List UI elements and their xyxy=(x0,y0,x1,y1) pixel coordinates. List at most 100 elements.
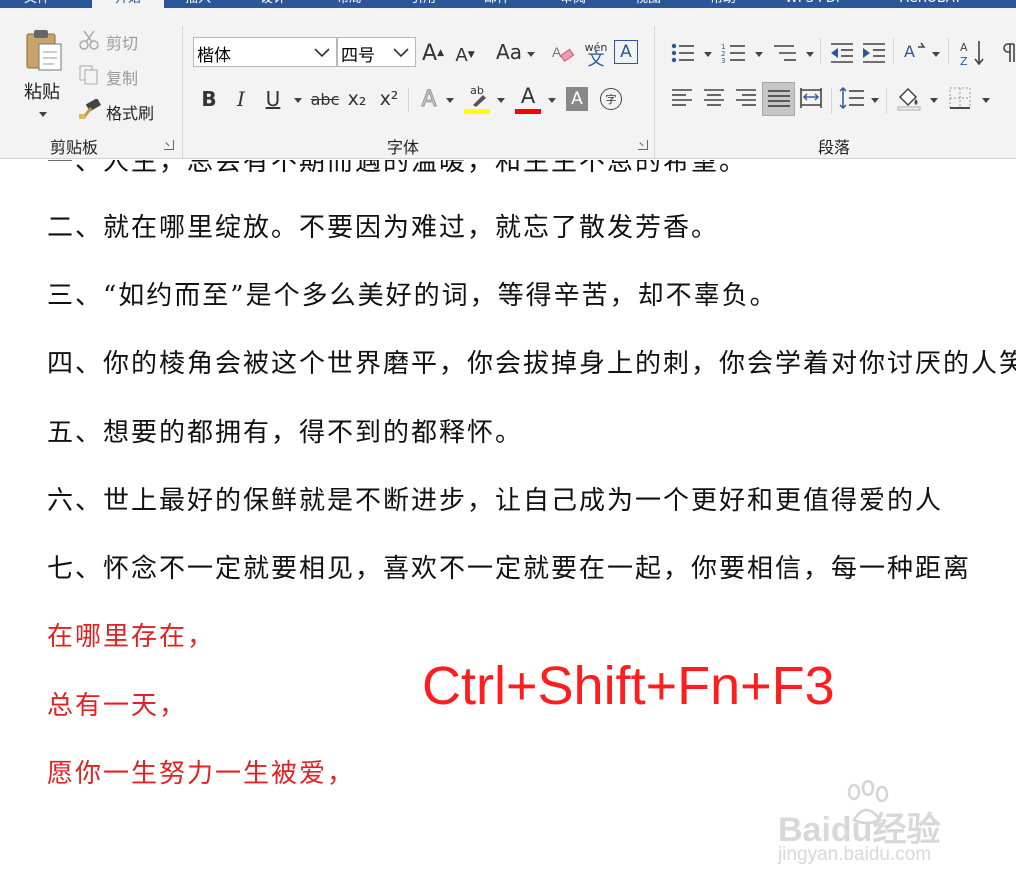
doc-line: 二、就在哪里绽放。不要因为难过，就忘了散发芳香。 xyxy=(47,213,720,243)
paste-label: 粘贴 xyxy=(24,82,60,103)
distributed-icon[interactable] xyxy=(799,86,823,110)
shading-dropdown-icon[interactable] xyxy=(930,98,938,103)
tab-review[interactable]: 审阅 xyxy=(560,0,586,8)
italic-button[interactable]: I xyxy=(228,86,254,112)
shortcut-annotation: Ctrl+Shift+Fn+F3 xyxy=(422,656,835,716)
line-spacing-icon[interactable] xyxy=(838,86,866,110)
text-effects-dropdown-icon[interactable] xyxy=(446,98,454,103)
doc-line: 六、世上最好的保鲜就是不断进步，让自己成为一个更好和更值得爱的人 xyxy=(47,486,944,516)
toolbar-divider xyxy=(886,88,887,114)
tab-help[interactable]: 帮助 xyxy=(710,0,736,8)
font-color-swatch xyxy=(515,109,541,114)
doc-line-red: 在哪里存在， xyxy=(47,622,216,652)
phonetic-guide-button[interactable]: wén 文 xyxy=(582,38,610,70)
tab-references[interactable]: 引用 xyxy=(410,0,436,8)
tab-home[interactable]: 开始 xyxy=(92,0,164,8)
superscript-button[interactable]: x² xyxy=(376,86,402,112)
align-center-icon[interactable] xyxy=(702,86,726,110)
asian-layout-dropdown-icon[interactable] xyxy=(932,52,940,57)
underline-dropdown-icon[interactable] xyxy=(294,98,302,103)
decrease-indent-icon[interactable] xyxy=(829,41,855,65)
tab-insert[interactable]: 插入 xyxy=(185,0,211,8)
scissors-icon xyxy=(79,30,99,50)
svg-text:A: A xyxy=(552,44,562,60)
doc-line: 五、想要的都拥有，得不到的都释怀。 xyxy=(47,418,524,448)
align-right-icon[interactable] xyxy=(734,86,758,110)
doc-line-red: 愿你一生努力一生被爱， xyxy=(47,759,356,789)
change-case-dropdown-icon[interactable] xyxy=(527,52,535,57)
show-marks-icon[interactable] xyxy=(1002,41,1016,65)
bullets-icon[interactable] xyxy=(670,41,696,65)
clipboard-group-label: 剪贴板 xyxy=(50,138,99,157)
line-spacing-dropdown-icon[interactable] xyxy=(871,98,879,103)
asian-layout-icon[interactable]: A xyxy=(902,41,928,65)
ribbon-tab-bar: 文件 开始 插入 设计 布局 引用 邮件 审阅 视图 帮助 WPS PDF AC… xyxy=(0,0,1016,8)
highlight-color-swatch xyxy=(464,109,490,114)
clipboard-dialog-launcher-icon[interactable] xyxy=(164,140,174,150)
paintbrush-icon xyxy=(79,99,102,119)
toolbar-divider xyxy=(408,88,409,112)
copy-button[interactable]: 复制 xyxy=(78,63,148,88)
shading-bucket-icon[interactable] xyxy=(896,85,922,111)
subscript-button[interactable]: x₂ xyxy=(344,86,370,112)
clear-formatting-button[interactable]: A xyxy=(550,41,576,67)
paste-button[interactable]: 粘贴 xyxy=(20,28,68,128)
format-painter-button[interactable]: 格式刷 xyxy=(78,98,168,123)
tab-design[interactable]: 设计 xyxy=(260,0,286,8)
character-border-button[interactable]: A xyxy=(614,40,638,64)
cut-button[interactable]: 剪切 xyxy=(78,28,148,53)
font-color-icon: A xyxy=(520,84,536,108)
svg-text:A: A xyxy=(904,42,915,61)
font-name-value: 楷体 xyxy=(197,46,231,66)
multilevel-list-dropdown-icon[interactable] xyxy=(806,52,814,57)
highlight-color-button[interactable]: ab xyxy=(463,84,491,114)
watermark-url: jingyan.baidu.com xyxy=(778,844,932,865)
font-size-combo[interactable]: 四号 xyxy=(337,37,416,67)
font-dialog-launcher-icon[interactable] xyxy=(638,140,648,150)
copy-icon xyxy=(79,65,98,85)
grow-font-button[interactable]: A ▲ xyxy=(420,40,446,66)
toolbar-divider xyxy=(948,38,949,64)
increase-indent-icon[interactable] xyxy=(861,41,887,65)
justify-button[interactable] xyxy=(762,82,795,116)
tab-layout[interactable]: 布局 xyxy=(336,0,362,8)
chevron-down-icon xyxy=(393,48,409,58)
strikethrough-button[interactable]: abc xyxy=(309,86,341,112)
doc-line: 三、“如约而至”是个多么美好的词，等得辛苦，却不辜负。 xyxy=(47,281,778,311)
text-effects-button[interactable]: A xyxy=(416,86,442,112)
doc-line-partial: 一、人生，总会有不期而遇的温暖，和生生不息的希望。 xyxy=(47,160,748,177)
shrink-font-button[interactable]: A ▼ xyxy=(452,42,478,68)
clipboard-icon xyxy=(26,30,62,71)
borders-icon[interactable] xyxy=(948,86,972,110)
bold-button[interactable]: B xyxy=(196,86,222,112)
font-name-combo[interactable]: 楷体 xyxy=(193,37,337,67)
document-page[interactable]: 一、人生，总会有不期而遇的温暖，和生生不息的希望。 二、就在哪里绽放。不要因为难… xyxy=(0,160,1016,887)
font-color-button[interactable]: A xyxy=(514,84,542,114)
borders-dropdown-icon[interactable] xyxy=(982,98,990,103)
font-group-label: 字体 xyxy=(387,138,420,157)
multilevel-list-icon[interactable] xyxy=(772,41,798,65)
tab-file[interactable]: 文件 xyxy=(24,0,50,8)
paste-dropdown-icon[interactable] xyxy=(39,112,47,117)
doc-line: 四、你的棱角会被这个世界磨平，你会拔掉身上的刺，你会学着对你讨厌的人笑 xyxy=(47,349,1016,379)
character-shading-button[interactable]: A xyxy=(566,87,588,111)
svg-text:Z: Z xyxy=(960,55,968,67)
numbering-dropdown-icon[interactable] xyxy=(755,52,763,57)
tab-view[interactable]: 视图 xyxy=(635,0,661,8)
sort-icon[interactable]: A Z xyxy=(959,39,985,67)
tab-acrobat[interactable]: ACROBAT xyxy=(900,0,962,8)
shrink-font-icon: A xyxy=(455,44,468,66)
numbering-icon[interactable]: 1 2 3 xyxy=(721,41,747,65)
highlight-dropdown-icon[interactable] xyxy=(497,98,505,103)
align-left-icon[interactable] xyxy=(670,86,694,110)
font-color-dropdown-icon[interactable] xyxy=(548,98,556,103)
bullets-dropdown-icon[interactable] xyxy=(704,52,712,57)
paragraph-group-label: 段落 xyxy=(818,138,851,157)
underline-button[interactable]: U xyxy=(260,86,286,112)
tab-wps-pdf[interactable]: WPS PDF xyxy=(785,0,843,8)
enclose-characters-button[interactable]: 字 xyxy=(598,86,624,112)
doc-line-red: 总有一天， xyxy=(47,691,188,721)
change-case-button[interactable]: Aa xyxy=(492,39,526,65)
tab-mailings[interactable]: 邮件 xyxy=(484,0,510,8)
font-size-value: 四号 xyxy=(341,46,375,66)
